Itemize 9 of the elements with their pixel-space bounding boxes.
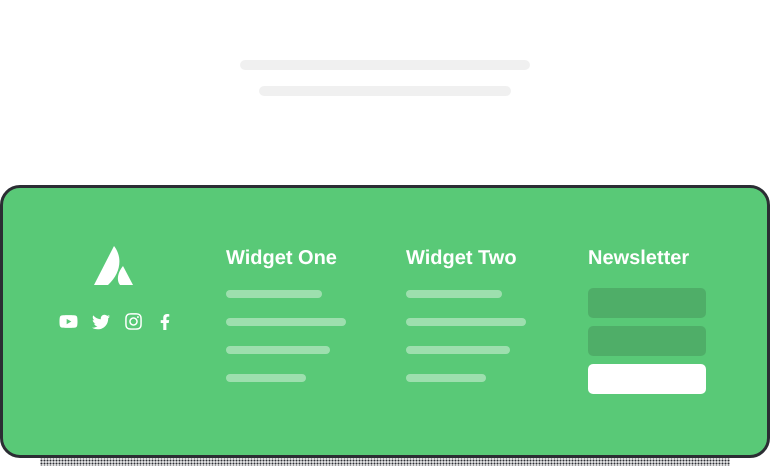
logo-icon: [94, 246, 134, 286]
input-field[interactable]: [588, 326, 706, 356]
widget-title: Widget Two: [406, 246, 518, 270]
instagram-icon[interactable]: [124, 312, 142, 331]
widget-title: Widget One: [226, 246, 338, 270]
twitter-icon[interactable]: [92, 312, 110, 330]
input-field[interactable]: [588, 288, 706, 318]
youtube-icon[interactable]: [58, 312, 78, 331]
newsletter-title: Newsletter: [588, 246, 690, 270]
